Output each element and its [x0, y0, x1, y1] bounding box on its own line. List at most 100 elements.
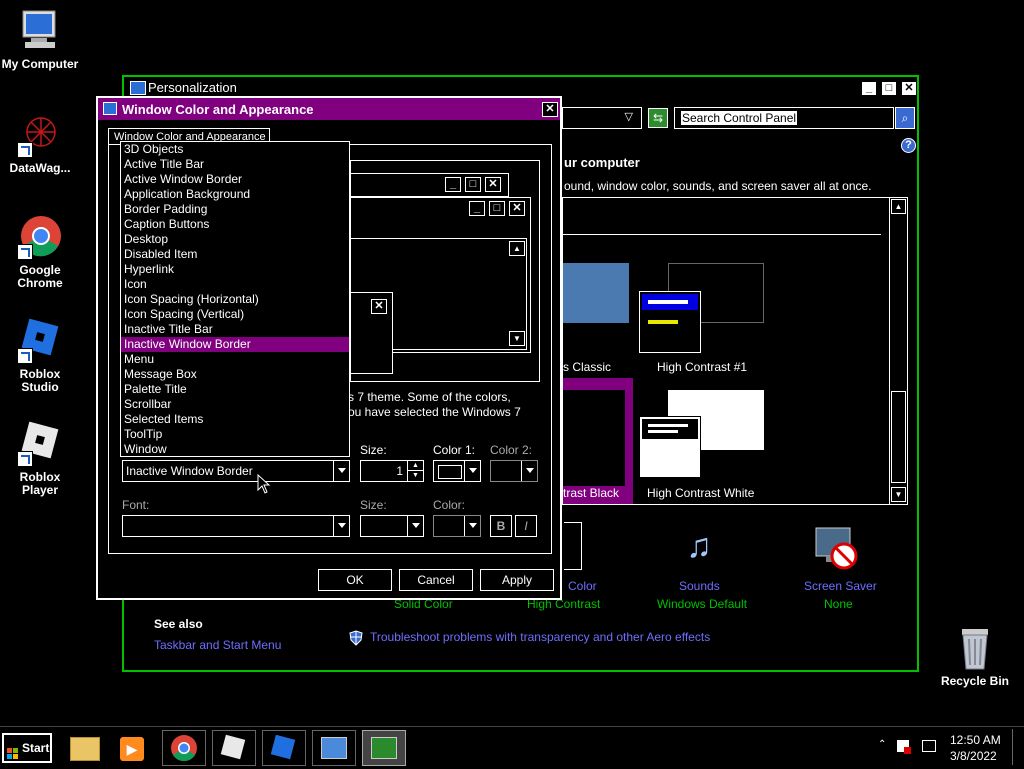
item-option[interactable]: Icon [121, 277, 349, 292]
item-select[interactable]: Inactive Window Border [122, 460, 350, 482]
dialog-close-button[interactable]: ✕ [542, 102, 558, 117]
color-swatch [438, 465, 462, 479]
desktop-icon-label: Roblox Player [19, 470, 61, 497]
item-option[interactable]: Desktop [121, 232, 349, 247]
screen-saver-item[interactable]: Screen Saver None [796, 522, 896, 612]
size-stepper[interactable]: 1 ▲ ▼ [360, 460, 424, 482]
item-option[interactable]: Message Box [121, 367, 349, 382]
ok-button[interactable]: OK [318, 569, 392, 591]
show-hidden-icons-icon[interactable]: ⌃ [878, 739, 886, 750]
network-icon[interactable] [922, 740, 936, 752]
theme-classic-thumb[interactable] [563, 263, 629, 323]
clock-time[interactable]: 12:50 AM [950, 733, 1001, 747]
item-option[interactable]: Menu [121, 352, 349, 367]
start-button[interactable]: Start [2, 733, 52, 763]
item-option[interactable]: Selected Items [121, 412, 349, 427]
item-option[interactable]: Caption Buttons [121, 217, 349, 232]
mouse-cursor-icon [257, 473, 271, 499]
recycle-bin-icon [952, 625, 998, 671]
item-option[interactable]: ToolTip [121, 427, 349, 442]
taskbar-roblox-player-button[interactable] [212, 730, 256, 766]
roblox-player-icon [220, 734, 246, 760]
scroll-thumb[interactable] [891, 391, 906, 483]
troubleshoot-link[interactable]: Troubleshoot problems with transparency … [370, 630, 710, 644]
color2-picker[interactable] [490, 460, 538, 482]
preview-active-window: _ □ ✕ ▲ ▼ ✕ [351, 197, 531, 374]
font-select[interactable] [122, 515, 350, 537]
chevron-down-icon[interactable] [333, 461, 349, 481]
preview-message-box: ✕ [351, 292, 393, 374]
font-label: Font: [122, 498, 150, 512]
sounds-item[interactable]: ♫ Sounds Windows Default [654, 522, 747, 612]
item-option[interactable]: 3D Objects [121, 142, 349, 157]
color1-picker[interactable] [433, 460, 481, 482]
screen-saver-title[interactable]: Screen Saver [804, 579, 877, 593]
action-center-icon[interactable] [897, 740, 911, 754]
item-option[interactable]: Application Background [121, 187, 349, 202]
desktop-icon-roblox-studio[interactable]: Roblox Studio [0, 318, 80, 394]
stepper-up-icon[interactable]: ▲ [407, 461, 423, 471]
chevron-down-icon[interactable] [464, 516, 480, 536]
search-icon[interactable]: ⌕ [895, 107, 915, 129]
bold-button[interactable]: B [490, 515, 512, 537]
desktop-icon-recycle-bin[interactable]: Recycle Bin [935, 625, 1015, 688]
show-desktop-button[interactable] [1012, 729, 1023, 765]
shield-icon [349, 630, 363, 646]
dialog-title-bar[interactable]: Window Color and Appearance ✕ [98, 98, 560, 120]
taskbar-chrome-button[interactable] [162, 730, 206, 766]
font-size-select[interactable] [360, 515, 424, 537]
taskbar-media-player-button[interactable]: ▶ [110, 730, 154, 766]
refresh-button[interactable]: ⇆ [648, 108, 668, 128]
help-icon[interactable]: ? [901, 138, 916, 153]
clock-date[interactable]: 3/8/2022 [950, 749, 997, 763]
item-option[interactable]: Disabled Item [121, 247, 349, 262]
item-option[interactable]: Inactive Title Bar [121, 322, 349, 337]
desktop-icon-my-computer[interactable]: My Computer [0, 8, 80, 71]
item-option[interactable]: Scrollbar [121, 397, 349, 412]
item-option[interactable]: Palette Title [121, 382, 349, 397]
search-input[interactable]: Search Control Panel [674, 107, 894, 129]
chevron-down-icon[interactable] [407, 516, 423, 536]
desktop-icon-label: DataWag... [9, 161, 71, 175]
taskbar-explorer-button[interactable] [62, 730, 106, 766]
font-color-picker[interactable] [433, 515, 481, 537]
sounds-title[interactable]: Sounds [679, 579, 720, 593]
desktop-icon-datawag[interactable]: DataWag... [0, 112, 80, 175]
item-dropdown-list[interactable]: 3D Objects Active Title Bar Active Window … [120, 141, 350, 457]
close-button[interactable]: ✕ [901, 81, 917, 96]
taskbar-roblox-studio-button[interactable] [262, 730, 306, 766]
theme-list: ▲ ▼ s Classic High Contrast #1 trast Bla… [562, 197, 908, 505]
address-bar[interactable]: ▽ [562, 107, 642, 129]
stepper-down-icon[interactable]: ▼ [407, 471, 423, 481]
item-option[interactable]: Inactive Window Border [121, 337, 349, 352]
item-option[interactable]: Active Title Bar [121, 157, 349, 172]
scroll-down-icon[interactable]: ▼ [891, 487, 906, 502]
apply-button[interactable]: Apply [480, 569, 554, 591]
italic-button[interactable]: I [515, 515, 537, 537]
theme-scrollbar[interactable]: ▲ ▼ [889, 198, 908, 504]
item-option[interactable]: Hyperlink [121, 262, 349, 277]
minimize-button[interactable]: _ [861, 81, 877, 96]
taskbar-control-panel-button[interactable] [312, 730, 356, 766]
chevron-down-icon[interactable] [464, 461, 480, 481]
item-option[interactable]: Icon Spacing (Vertical) [121, 307, 349, 322]
item-option[interactable]: Window [121, 442, 349, 457]
datawag-icon [17, 112, 63, 158]
chrome-icon [17, 214, 63, 260]
scroll-up-icon[interactable]: ▲ [891, 199, 906, 214]
control-panel-icon [321, 737, 347, 759]
item-option[interactable]: Icon Spacing (Horizontal) [121, 292, 349, 307]
window-color-title[interactable]: Color [568, 579, 597, 593]
folder-icon [70, 737, 100, 761]
desktop-icon-google-chrome[interactable]: Google Chrome [0, 214, 80, 290]
chevron-down-icon[interactable] [521, 461, 537, 481]
desktop-icon-roblox-player[interactable]: Roblox Player [0, 421, 80, 497]
taskbar-personalization-button[interactable] [362, 730, 406, 766]
maximize-button[interactable]: □ [881, 81, 897, 96]
chevron-down-icon[interactable] [333, 516, 349, 536]
cancel-button[interactable]: Cancel [399, 569, 473, 591]
item-option[interactable]: Active Window Border [121, 172, 349, 187]
dialog-app-icon [103, 102, 117, 115]
item-option[interactable]: Border Padding [121, 202, 349, 217]
taskbar-start-menu-link[interactable]: Taskbar and Start Menu [154, 638, 281, 652]
